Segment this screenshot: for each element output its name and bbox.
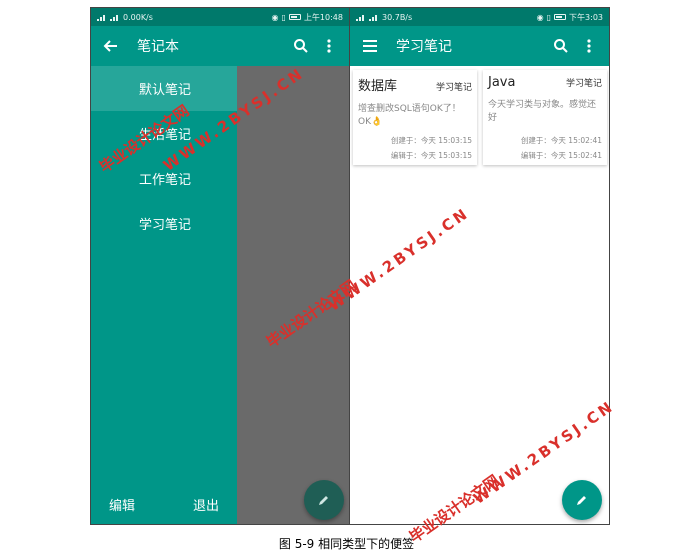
navigation-drawer: 默认笔记 生活笔记 工作笔记 学习笔记 编辑 退出 bbox=[91, 66, 237, 524]
note-card[interactable]: Java 学习笔记 今天学习类与对象。感觉还好 创建于：今天 15:02:41 … bbox=[483, 70, 607, 165]
arrow-back-icon[interactable] bbox=[101, 36, 121, 56]
battery-icon bbox=[288, 14, 301, 20]
note-title: Java bbox=[488, 75, 516, 90]
drawer-footer: 编辑 退出 bbox=[91, 495, 237, 514]
signal-icon bbox=[110, 14, 120, 21]
note-edited-time: 编辑于：今天 15:03:15 bbox=[390, 151, 472, 160]
app-bar: 学习笔记 bbox=[350, 26, 609, 66]
app-title: 学习笔记 bbox=[396, 39, 452, 55]
pencil-icon bbox=[577, 496, 586, 505]
more-vert-icon[interactable] bbox=[319, 36, 339, 56]
app-bar: 笔记本 bbox=[91, 26, 349, 66]
status-bar: 0.00K/s ◉ ▯ 上午10:48 bbox=[91, 8, 349, 26]
signal-icon bbox=[97, 14, 107, 21]
note-category: 学习笔记 bbox=[565, 79, 602, 89]
note-created-time: 创建于：今天 15:03:15 bbox=[390, 136, 472, 145]
drawer-item-life[interactable]: 生活笔记 bbox=[91, 111, 237, 156]
status-time: 下午3:03 bbox=[569, 12, 603, 22]
edit-button[interactable]: 编辑 bbox=[109, 495, 135, 514]
menu-icon[interactable] bbox=[360, 36, 380, 56]
signal-icon bbox=[369, 14, 379, 21]
eye-icon: ◉ bbox=[536, 12, 544, 22]
drawer-item-default[interactable]: 默认笔记 bbox=[91, 66, 237, 111]
note-card[interactable]: 数据库 学习笔记 增查删改SQL语句OK了！OK👌 创建于：今天 15:03:1… bbox=[353, 70, 477, 165]
note-content: 增查删改SQL语句OK了！OK👌 bbox=[358, 104, 461, 127]
left-phone-screen: 0.00K/s ◉ ▯ 上午10:48 笔记本 默认笔记 生活笔记 工作笔记 学… bbox=[90, 7, 350, 525]
vibrate-icon: ▯ bbox=[281, 12, 286, 22]
network-speed: 30.7B/s bbox=[382, 12, 413, 22]
note-list: 数据库 学习笔记 增查删改SQL语句OK了！OK👌 创建于：今天 15:03:1… bbox=[353, 70, 607, 165]
pencil-icon bbox=[319, 496, 328, 505]
search-icon[interactable] bbox=[551, 36, 571, 56]
note-title: 数据库 bbox=[358, 79, 398, 94]
status-time: 上午10:48 bbox=[303, 12, 343, 22]
app-title: 笔记本 bbox=[137, 39, 179, 55]
note-edited-time: 编辑于：今天 15:02:41 bbox=[520, 151, 602, 160]
right-phone-screen: 30.7B/s ◉ ▯ 下午3:03 学习笔记 数据库 学习笔记 增查删改SQL… bbox=[349, 7, 610, 525]
drawer-item-work[interactable]: 工作笔记 bbox=[91, 156, 237, 201]
status-bar: 30.7B/s ◉ ▯ 下午3:03 bbox=[350, 8, 609, 26]
more-vert-icon[interactable] bbox=[579, 36, 599, 56]
add-note-button[interactable] bbox=[562, 480, 602, 520]
eye-icon: ◉ bbox=[271, 12, 279, 22]
signal-icon bbox=[356, 14, 366, 21]
network-speed: 0.00K/s bbox=[123, 12, 153, 22]
battery-icon bbox=[554, 14, 567, 20]
note-category: 学习笔记 bbox=[435, 83, 472, 93]
vibrate-icon: ▯ bbox=[546, 12, 552, 22]
drawer-item-study[interactable]: 学习笔记 bbox=[91, 201, 237, 246]
search-icon[interactable] bbox=[291, 36, 311, 56]
add-note-button[interactable] bbox=[304, 480, 344, 520]
figure-caption: 图 5-9 相同类型下的便签 bbox=[278, 537, 415, 551]
note-content: 今天学习类与对象。感觉还好 bbox=[488, 100, 597, 123]
exit-button[interactable]: 退出 bbox=[193, 495, 219, 514]
note-created-time: 创建于：今天 15:02:41 bbox=[520, 136, 602, 145]
